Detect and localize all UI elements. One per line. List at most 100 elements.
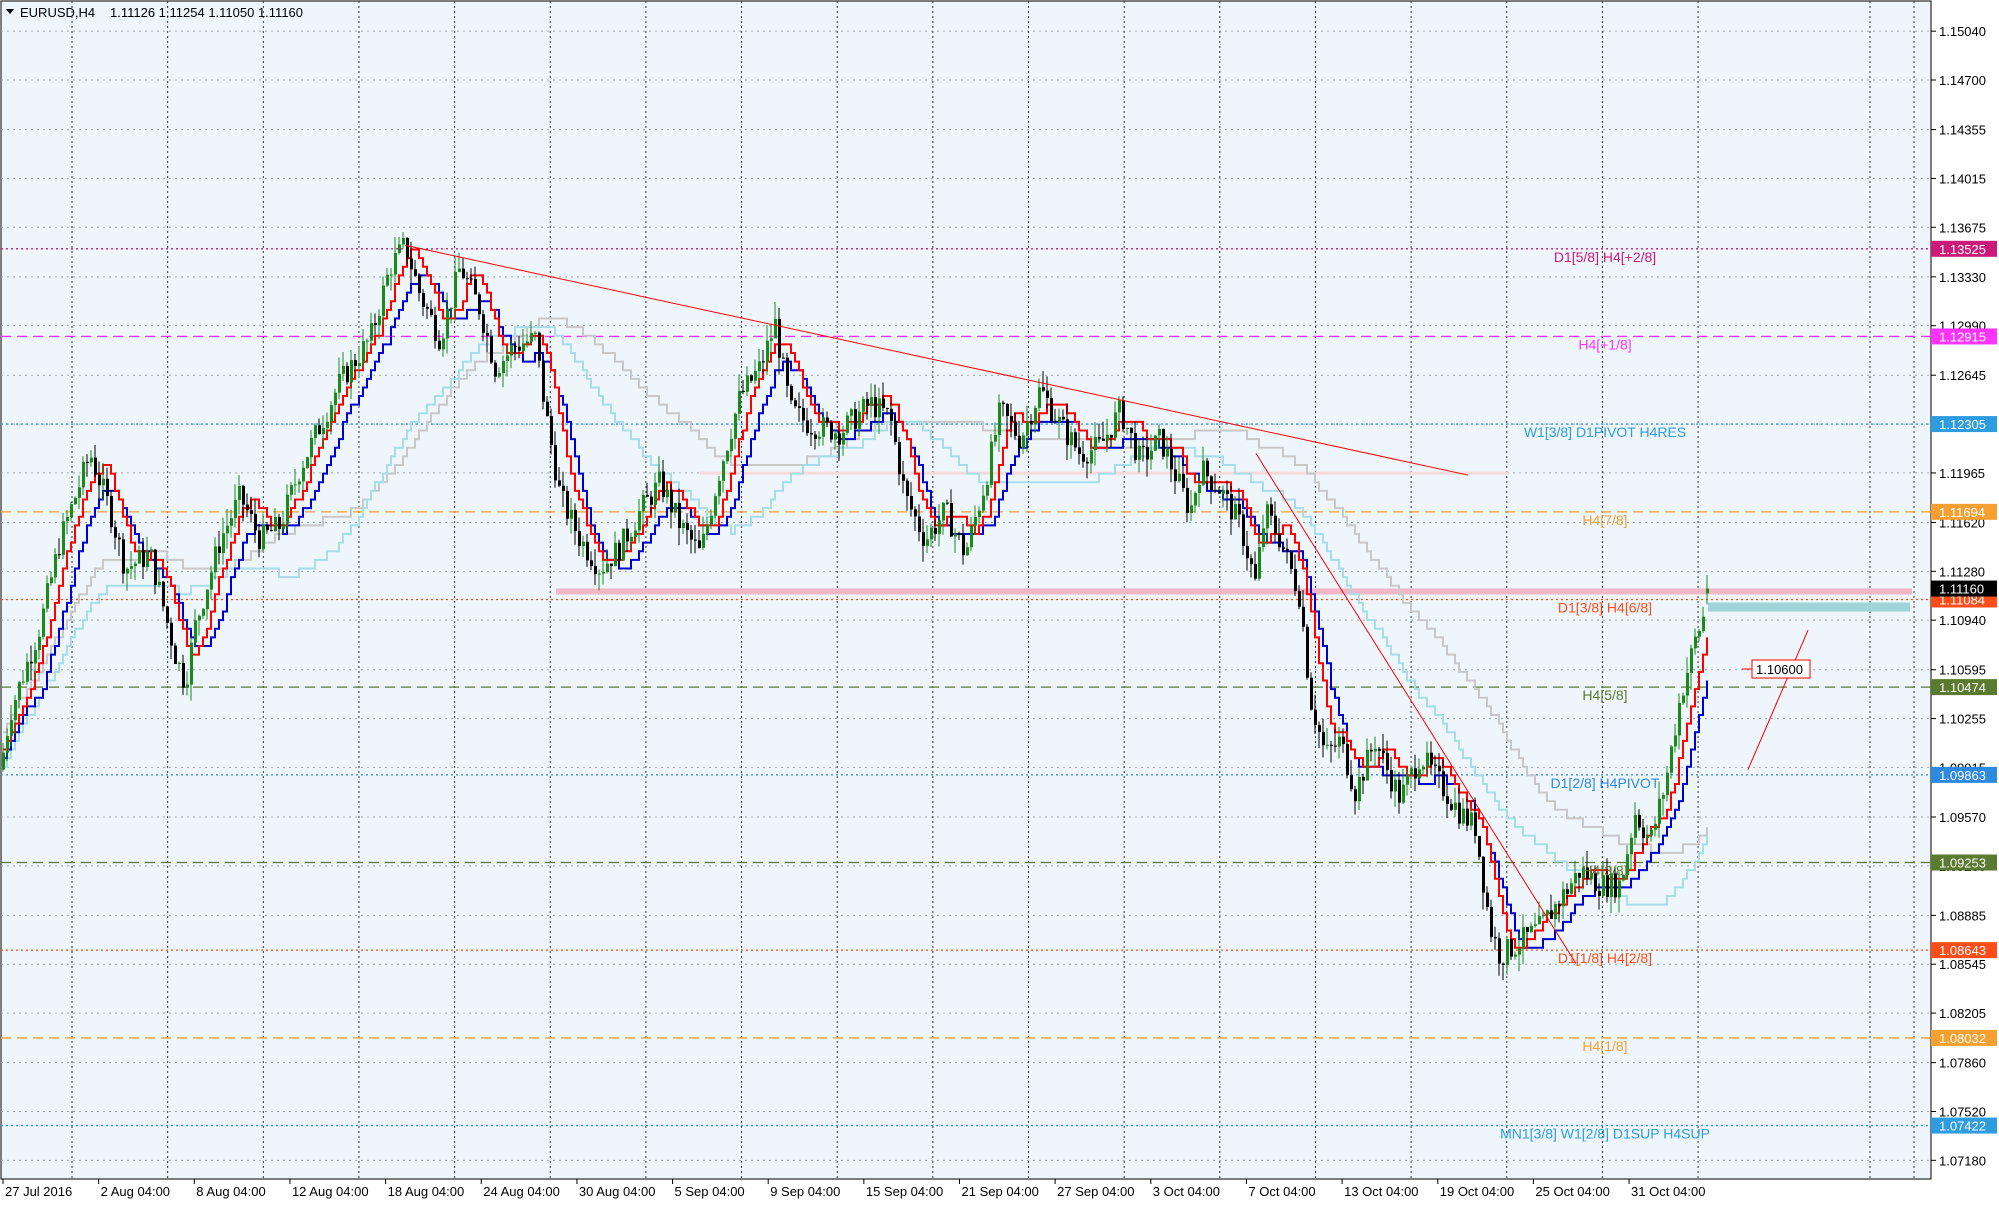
candle-body: [1182, 473, 1185, 488]
candle-body: [1558, 903, 1561, 907]
candle-body: [878, 398, 881, 418]
candle-body: [1026, 421, 1029, 436]
candle-body: [434, 315, 437, 341]
candle-body: [1406, 775, 1409, 785]
candle-body: [1346, 744, 1349, 776]
candle-body: [1118, 400, 1121, 413]
candle-body: [446, 309, 449, 339]
candle-body: [450, 307, 453, 310]
candle-body: [1438, 765, 1441, 772]
candle-body: [942, 502, 945, 521]
candle-body: [554, 444, 557, 481]
candle-body: [1250, 558, 1253, 565]
candle-body: [1314, 709, 1317, 726]
candle-body: [682, 522, 685, 528]
candle-body: [1634, 814, 1637, 838]
candle-body: [934, 527, 937, 534]
candle-body: [1478, 836, 1481, 857]
candle-body: [702, 533, 705, 548]
candle-body: [1450, 804, 1453, 810]
candle-body: [626, 528, 629, 542]
y-tick-label: 1.14015: [1939, 171, 1986, 186]
candle-body: [1254, 564, 1257, 579]
candle-body: [1138, 445, 1141, 460]
candle-body: [458, 268, 461, 272]
candle-body: [130, 566, 133, 569]
candle-body: [1570, 883, 1573, 894]
candle-body: [638, 511, 641, 531]
candle-body: [1178, 473, 1181, 482]
candle-body: [370, 323, 373, 341]
candle-body: [234, 499, 237, 519]
candle-body: [858, 411, 861, 429]
candle-body: [970, 525, 973, 548]
candle-body: [826, 417, 829, 423]
candle-body: [678, 502, 681, 528]
price-tag-label: 1.13525: [1939, 242, 1986, 257]
candle-body: [382, 285, 385, 317]
candle-body: [442, 338, 445, 350]
candle-body: [614, 542, 617, 567]
candle-body: [1214, 489, 1217, 491]
level-label: D1[1/8] H4[2/8]: [1558, 950, 1652, 966]
candle-body: [1706, 588, 1709, 594]
candle-body: [1234, 503, 1237, 520]
candle-body: [706, 524, 709, 534]
candle-body: [498, 373, 501, 377]
x-tick-label: 27 Jul 2016: [5, 1184, 72, 1199]
candle-body: [146, 551, 149, 568]
candle-body: [1222, 490, 1225, 494]
candle-body: [190, 642, 193, 685]
candle-body: [1506, 939, 1509, 965]
candle-body: [266, 524, 269, 531]
candle-body: [1274, 515, 1277, 534]
candle-body: [1154, 435, 1157, 451]
candle-body: [1542, 914, 1545, 917]
candle-body: [98, 474, 101, 486]
candle-body: [1398, 779, 1401, 803]
price-chart[interactable]: 1.10600 D1[5/8] H4[+2/8] H4[+1/8] W1[3/8] …: [0, 0, 1999, 1205]
candle-body: [1430, 752, 1433, 765]
candle-body: [534, 332, 537, 334]
candle-body: [962, 534, 965, 556]
candle-body: [986, 484, 989, 496]
y-tick-label: 1.10940: [1939, 613, 1986, 628]
chart-window[interactable]: 1.10600 D1[5/8] H4[+2/8] H4[+1/8] W1[3/8] …: [0, 0, 1999, 1205]
candle-body: [1682, 695, 1685, 703]
x-tick-label: 27 Sep 04:00: [1057, 1184, 1134, 1199]
candle-body: [338, 373, 341, 393]
y-tick-label: 1.08885: [1939, 908, 1986, 923]
x-tick-label: 21 Sep 04:00: [962, 1184, 1039, 1199]
candle-body: [990, 441, 993, 485]
candle-body: [898, 442, 901, 475]
candle-body: [1458, 802, 1461, 824]
candle-body: [1370, 749, 1373, 752]
candle-body: [718, 480, 721, 497]
candle-body: [854, 409, 857, 429]
candle-body: [514, 345, 517, 347]
candle-body: [758, 361, 761, 371]
candle-body: [1058, 416, 1061, 423]
candle-body: [742, 390, 745, 392]
candle-body: [1022, 435, 1025, 449]
candle-body: [90, 457, 93, 463]
level-label: H4[7/8]: [1582, 512, 1627, 528]
x-tick-label: 30 Aug 04:00: [579, 1184, 656, 1199]
candle-body: [254, 513, 257, 531]
candle-body: [82, 461, 85, 488]
y-tick-label: 1.09570: [1939, 810, 1986, 825]
candle-body: [258, 530, 261, 550]
candle-body: [522, 343, 525, 351]
candle-body: [1278, 533, 1281, 548]
y-tick-label: 1.12645: [1939, 368, 1986, 383]
candle-body: [1226, 490, 1229, 495]
candle-body: [1066, 419, 1069, 446]
candle-body: [1390, 770, 1393, 792]
candle-body: [290, 485, 293, 495]
y-tick-label: 1.11965: [1939, 466, 1985, 481]
candle-body: [518, 346, 521, 351]
candle-body: [1394, 779, 1397, 792]
candle-body: [954, 533, 957, 537]
candle-body: [1414, 768, 1417, 779]
candle-body: [1206, 460, 1209, 477]
